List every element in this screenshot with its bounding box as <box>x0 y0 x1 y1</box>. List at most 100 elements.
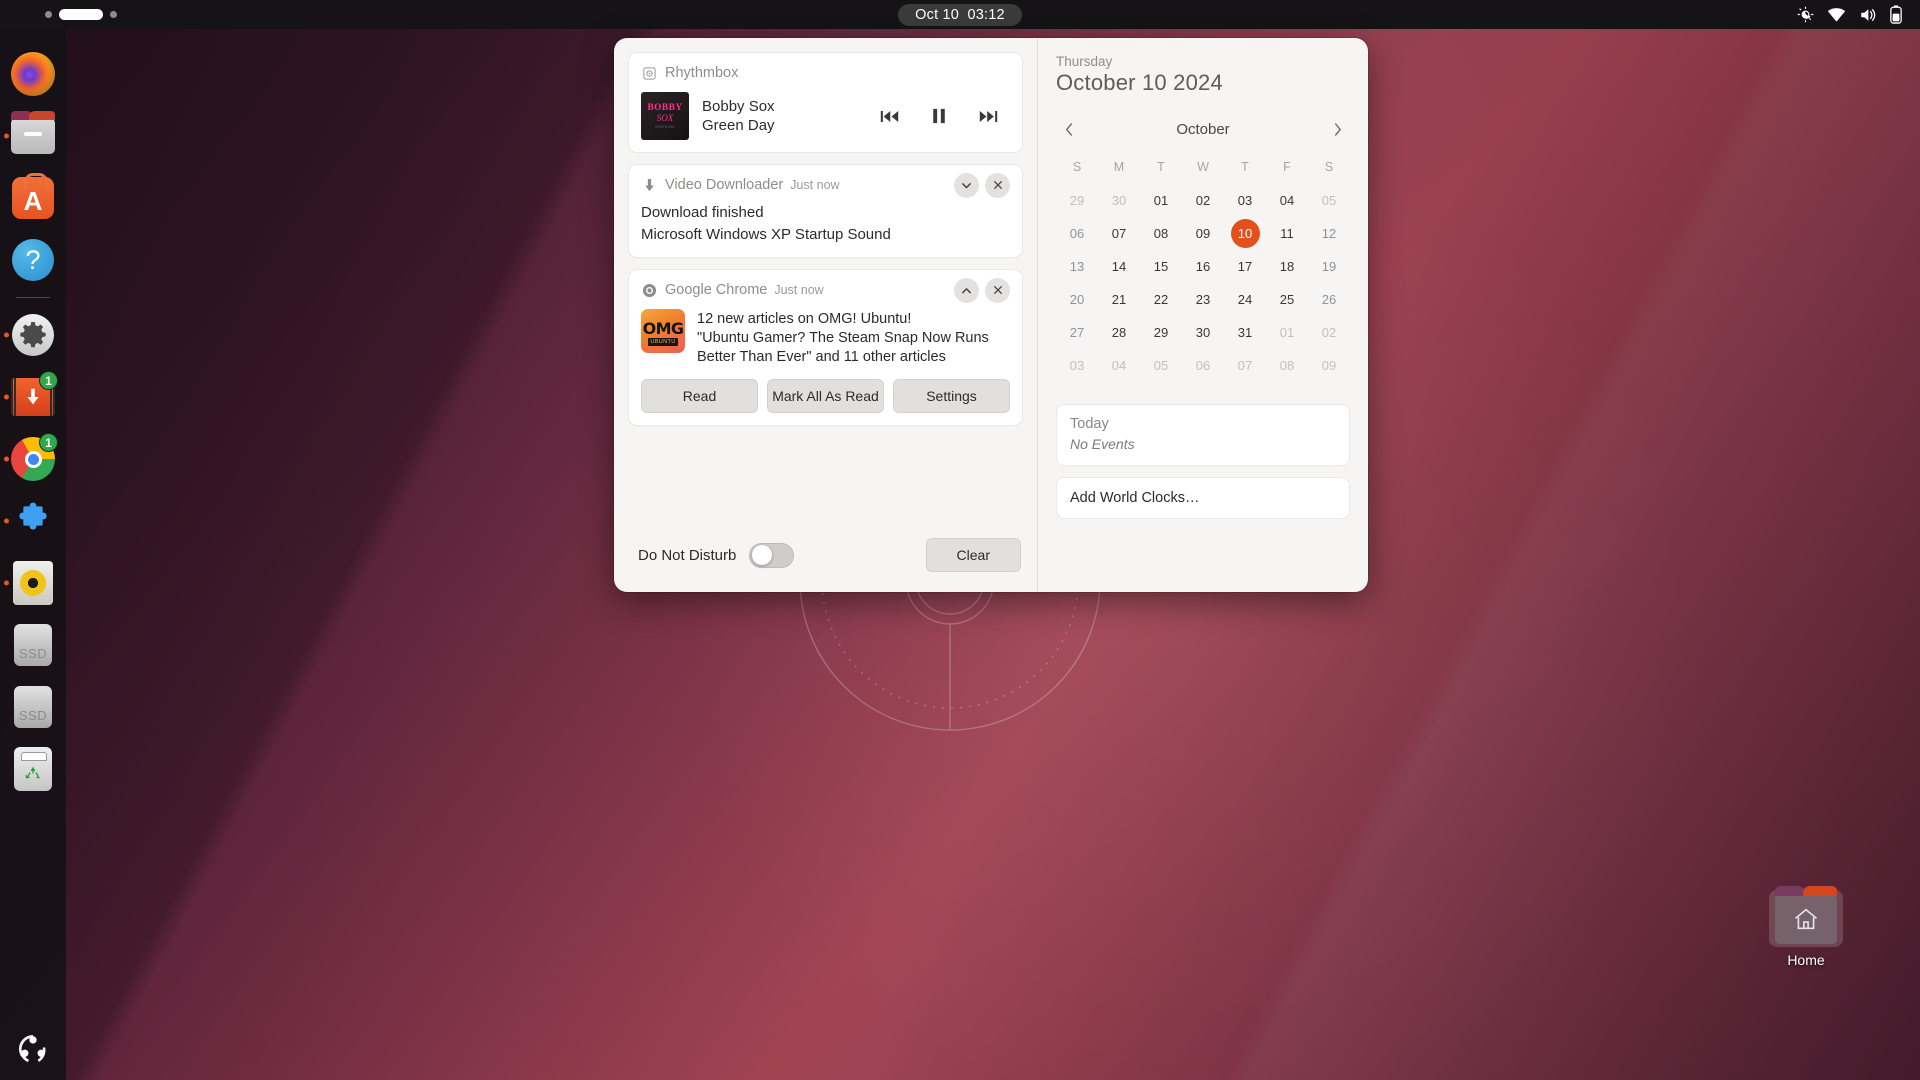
calendar-day[interactable]: 04 <box>1266 184 1308 217</box>
media-controls <box>880 108 1010 124</box>
close-icon[interactable] <box>985 277 1010 303</box>
calendar-next-month-button[interactable] <box>1324 122 1350 137</box>
calendar-day[interactable]: 29 <box>1140 316 1182 349</box>
calendar-day[interactable]: 03 <box>1224 184 1266 217</box>
calendar-day[interactable]: 01 <box>1266 316 1308 349</box>
dock-item-help[interactable]: ? <box>0 229 66 291</box>
calendar-day[interactable]: 30 <box>1098 184 1140 217</box>
calendar-prev-month-button[interactable] <box>1056 122 1082 137</box>
calendar-day[interactable]: 19 <box>1308 250 1350 283</box>
dock-item-firefox[interactable] <box>0 43 66 105</box>
calendar-day[interactable]: 13 <box>1056 250 1098 283</box>
close-icon[interactable] <box>985 172 1010 198</box>
running-indicator <box>4 580 9 586</box>
calendar-day[interactable]: 07 <box>1098 217 1140 250</box>
settings-button[interactable]: Settings <box>893 379 1010 413</box>
calendar-day[interactable]: 06 <box>1056 217 1098 250</box>
calendar-day[interactable]: 21 <box>1098 283 1140 316</box>
calendar-day[interactable]: 26 <box>1308 283 1350 316</box>
calendar-day[interactable]: 07 <box>1224 349 1266 382</box>
notification-google-chrome[interactable]: Google Chrome Just now OMG UBUNTU 12 new… <box>628 269 1023 426</box>
calendar-day[interactable]: 01 <box>1140 184 1182 217</box>
calendar-day[interactable]: 12 <box>1308 217 1350 250</box>
calendar-day[interactable]: 04 <box>1098 349 1140 382</box>
calendar-day[interactable]: 18 <box>1266 250 1308 283</box>
desktop-icon-home[interactable]: Home <box>1760 886 1852 968</box>
calendar-day[interactable]: 14 <box>1098 250 1140 283</box>
calendar-day-number: 15 <box>1153 259 1169 274</box>
calendar-day-header-5: F <box>1283 160 1291 174</box>
show-applications-button[interactable] <box>0 1032 66 1066</box>
calendar-day-number: 24 <box>1237 292 1253 307</box>
calendar-day[interactable]: 31 <box>1224 316 1266 349</box>
dock-item-extension-manager[interactable] <box>0 490 66 552</box>
dock-item-ssd-2[interactable]: SSD <box>0 676 66 738</box>
calendar-day[interactable]: 05 <box>1140 349 1182 382</box>
clear-notifications-button[interactable]: Clear <box>925 538 1021 572</box>
calendar-day[interactable]: 15 <box>1140 250 1182 283</box>
calendar-day-number: 30 <box>1111 193 1127 208</box>
read-button[interactable]: Read <box>641 379 758 413</box>
calendar-day[interactable]: 08 <box>1140 217 1182 250</box>
calendar-day-number: 13 <box>1069 259 1085 274</box>
dock-item-app-center[interactable]: A <box>0 167 66 229</box>
dock-item-video-downloader[interactable]: 1 <box>0 366 66 428</box>
dock-item-settings[interactable] <box>0 304 66 366</box>
dock-badge-video-downloader: 1 <box>39 371 58 390</box>
notification-video-downloader[interactable]: Video Downloader Just now Download finis… <box>628 164 1023 258</box>
track-title: Bobby Sox <box>702 98 775 115</box>
calendar-day[interactable]: 11 <box>1266 217 1308 250</box>
dock-item-ssd-1[interactable]: SSD <box>0 614 66 676</box>
calendar-day[interactable]: 20 <box>1056 283 1098 316</box>
add-world-clocks-button[interactable]: Add World Clocks… <box>1056 477 1350 519</box>
chevron-up-icon[interactable] <box>954 277 979 303</box>
calendar-day[interactable]: 09 <box>1308 349 1350 382</box>
dock-item-trash[interactable] <box>0 738 66 800</box>
clock-button[interactable]: Oct 10 03:12 <box>898 3 1022 26</box>
calendar-day-number: 03 <box>1237 193 1253 208</box>
calendar-day[interactable]: 17 <box>1224 250 1266 283</box>
do-not-disturb-toggle[interactable] <box>749 542 795 568</box>
calendar-day[interactable]: 24 <box>1224 283 1266 316</box>
calendar-day[interactable]: 06 <box>1182 349 1224 382</box>
dock-item-google-chrome[interactable]: 1 <box>0 428 66 490</box>
message-tray-footer: Do Not Disturb Clear <box>628 518 1023 592</box>
omg-ubuntu-icon: OMG UBUNTU <box>641 309 685 353</box>
home-folder-icon <box>1775 886 1837 944</box>
volume-icon[interactable] <box>1859 7 1877 23</box>
calendar-day[interactable]: 23 <box>1182 283 1224 316</box>
calendar-day[interactable]: 29 <box>1056 184 1098 217</box>
calendar-day-number: 19 <box>1321 259 1337 274</box>
battery-icon[interactable] <box>1890 5 1902 24</box>
rhythmbox-icon <box>13 561 53 605</box>
dock-item-files[interactable] <box>0 105 66 167</box>
calendar-day[interactable]: 22 <box>1140 283 1182 316</box>
calendar-day[interactable]: 02 <box>1182 184 1224 217</box>
message-tray-popover: Rhythmbox BOBBY SOX GREEN DAY Bobby Sox … <box>614 38 1368 592</box>
calendar-day-header-0: S <box>1072 160 1082 174</box>
calendar-day[interactable]: 02 <box>1308 316 1350 349</box>
calendar-day[interactable]: 27 <box>1056 316 1098 349</box>
wifi-icon[interactable] <box>1827 7 1846 22</box>
notification-app-name: Video Downloader <box>665 177 784 193</box>
calendar-day-number: 30 <box>1195 325 1211 340</box>
album-art-line1: BOBBY <box>647 103 683 113</box>
next-track-button[interactable] <box>979 109 998 124</box>
calendar-day[interactable]: 08 <box>1266 349 1308 382</box>
calendar-day[interactable]: 25 <box>1266 283 1308 316</box>
system-tray[interactable] <box>1797 5 1902 24</box>
calendar-day[interactable]: 05 <box>1308 184 1350 217</box>
play-pause-button[interactable] <box>931 108 947 124</box>
chevron-down-icon[interactable] <box>954 172 979 198</box>
dock-item-rhythmbox[interactable] <box>0 552 66 614</box>
calendar-day-today[interactable]: 10 <box>1224 217 1266 250</box>
calendar-day[interactable]: 03 <box>1056 349 1098 382</box>
calendar-day[interactable]: 09 <box>1182 217 1224 250</box>
files-icon <box>11 111 55 154</box>
calendar-day[interactable]: 28 <box>1098 316 1140 349</box>
calendar-day[interactable]: 30 <box>1182 316 1224 349</box>
previous-track-button[interactable] <box>880 109 899 124</box>
mark-all-as-read-button[interactable]: Mark All As Read <box>767 379 884 413</box>
night-light-icon[interactable] <box>1797 6 1814 23</box>
calendar-day[interactable]: 16 <box>1182 250 1224 283</box>
